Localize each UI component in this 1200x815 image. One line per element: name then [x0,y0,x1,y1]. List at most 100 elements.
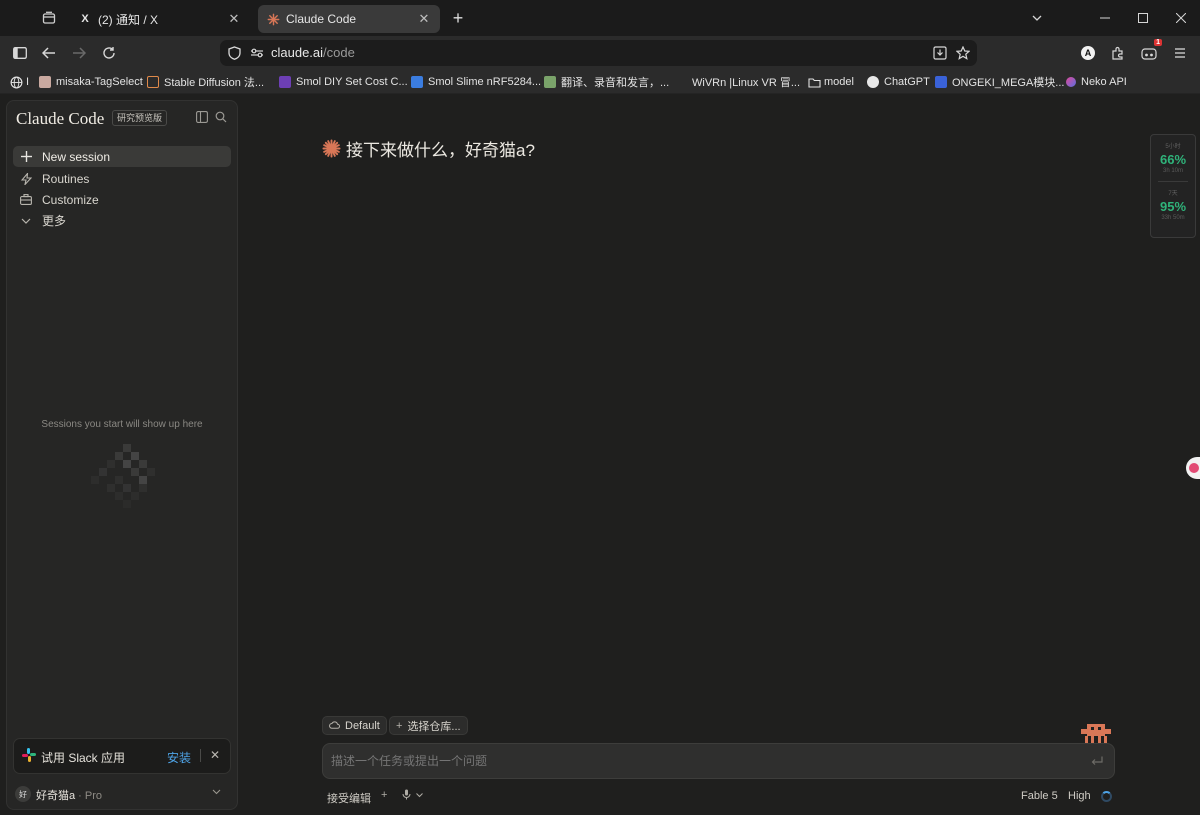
url-path: /code [323,45,355,60]
claude-sparkle-icon [322,139,341,158]
tab-list-chevron-icon[interactable] [1022,6,1052,30]
new-session-button[interactable]: New session [13,146,231,167]
site-settings-icon[interactable] [245,41,269,65]
bookmark-item[interactable]: I [10,74,29,90]
user-name: 好奇猫a [36,790,76,802]
bookmark-label: ChatGPT [884,76,930,88]
close-window-button[interactable] [1166,6,1196,30]
divider [200,749,201,762]
microphone-icon[interactable] [402,789,411,803]
bookmark-item[interactable]: misaka-TagSelect [39,74,143,90]
slack-promo-text: 试用 Slack 应用 [41,751,126,765]
profile-letter: A [1081,46,1095,60]
minimize-button[interactable] [1090,6,1120,30]
accept-edits-mode[interactable]: 接受编辑 [327,790,371,806]
usage-value: 95% [1159,199,1187,214]
sidebar-item-routines[interactable]: Routines [13,168,231,189]
add-attachment-icon[interactable]: + [381,789,387,801]
tab-overview-icon[interactable] [36,6,62,30]
smol-icon [279,76,291,88]
tab-x-notifications[interactable]: X (2) 通知 / X ✕ [70,5,250,33]
search-icon[interactable] [214,110,228,124]
shield-icon[interactable] [222,41,246,65]
cloud-icon [329,720,340,732]
avatar[interactable]: 好 [15,786,31,802]
forward-button[interactable] [67,41,91,65]
neko-icon [1066,77,1076,87]
extension-tampermonkey-icon[interactable]: 1 [1137,39,1162,65]
bookmark-item[interactable]: Smol Slime nRF5284... [411,74,541,90]
sidebar-item-customize[interactable]: Customize [13,189,231,210]
model-selector[interactable]: Fable 5 [1021,790,1058,802]
tab-title: (2) 通知 / X [98,12,159,27]
select-repo-chip[interactable]: + 选择仓库... [389,716,468,735]
repo-label: 选择仓库... [407,720,461,733]
nav-label: Customize [42,192,99,207]
bookmark-item[interactable]: WiVRn |Linux VR 冒... [692,74,800,90]
bookmark-label: Stable Diffusion 法... [164,77,265,89]
bookmark-star-icon[interactable] [951,41,975,65]
effort-selector[interactable]: High [1068,790,1091,802]
pixel-mascot-icon [91,444,155,508]
profile-avatar[interactable]: A [1076,41,1100,65]
task-input[interactable] [331,752,1071,770]
bookmark-label: Smol Slime nRF5284... [428,76,542,88]
bookmark-item[interactable]: 翻译、录音和发言，... [544,74,669,90]
menu-icon[interactable] [1168,41,1192,65]
bookmark-label: I [26,76,30,88]
install-app-icon[interactable] [928,41,952,65]
slime-icon [411,76,423,88]
usage-label: 7天 [1168,191,1178,197]
brand-title: Claude Code [16,109,105,128]
send-icon[interactable] [1089,753,1105,769]
bookmark-item[interactable]: ChatGPT [867,74,930,90]
maximize-button[interactable] [1128,6,1158,30]
collapse-sidebar-icon[interactable] [195,110,209,124]
usage-widget[interactable]: 5小时 66% 3h 10m 7天 95% 33h 50m [1150,134,1196,238]
floating-extension-button[interactable] [1186,457,1200,479]
bookmark-label: misaka-TagSelect [56,76,143,88]
bookmark-item[interactable]: Neko API [1066,74,1127,90]
close-tab-icon[interactable]: ✕ [416,11,432,27]
ongeki-icon [935,76,947,88]
slack-install-link[interactable]: 安装 [167,749,191,766]
nav-label: New session [42,149,111,164]
close-tab-icon[interactable]: ✕ [226,11,242,27]
bookmark-label: WiVRn |Linux VR 冒... [692,77,800,89]
bookmark-label: Smol DIY Set Cost C... [296,76,408,88]
bookmark-item[interactable]: model [808,74,854,90]
chevron-down-icon[interactable] [416,791,423,800]
usage-subtext: 33h 50m [1161,215,1185,221]
user-plan: Pro [84,790,103,802]
reload-button[interactable] [97,41,121,65]
research-preview-badge: 研究预览版 [112,110,168,126]
user-menu[interactable]: 好奇猫a · Pro [36,787,102,803]
usage-label: 5小时 [1165,144,1181,150]
bookmark-label: ONGEKI_MEGA模块... [952,77,1065,89]
sd-icon [147,76,159,88]
bookmark-item[interactable]: Stable Diffusion 法... [147,74,264,90]
url-text[interactable]: claude.ai/code [271,45,355,60]
nav-label: Routines [42,171,90,186]
back-button[interactable] [37,41,61,65]
url-host: claude.ai [271,45,324,60]
new-tab-button[interactable]: + [446,6,470,30]
environment-chip[interactable]: Default [322,716,387,735]
tab-claude-code[interactable]: Claude Code ✕ [258,5,440,33]
pixel-crab-icon [1081,724,1111,743]
bookmark-item[interactable]: ONGEKI_MEGA模块... [935,74,1064,90]
slack-icon [22,748,36,762]
extension-badge: 1 [1154,39,1162,46]
empty-sessions-text: Sessions you start will show up here [41,419,203,430]
anime-avatar-icon [39,76,51,88]
translate-icon [544,76,556,88]
tab-title: Claude Code [286,12,357,26]
sidebar-toggle-icon[interactable] [8,41,32,65]
close-icon[interactable]: ✕ [208,747,222,763]
chevron-down-icon[interactable] [212,787,221,798]
sidebar-item-more[interactable]: 更多 [13,210,231,231]
chatgpt-icon [867,76,879,88]
bookmark-label: Neko API [1081,76,1127,88]
extensions-icon[interactable] [1106,41,1130,65]
bookmark-item[interactable]: Smol DIY Set Cost C... [279,74,408,90]
